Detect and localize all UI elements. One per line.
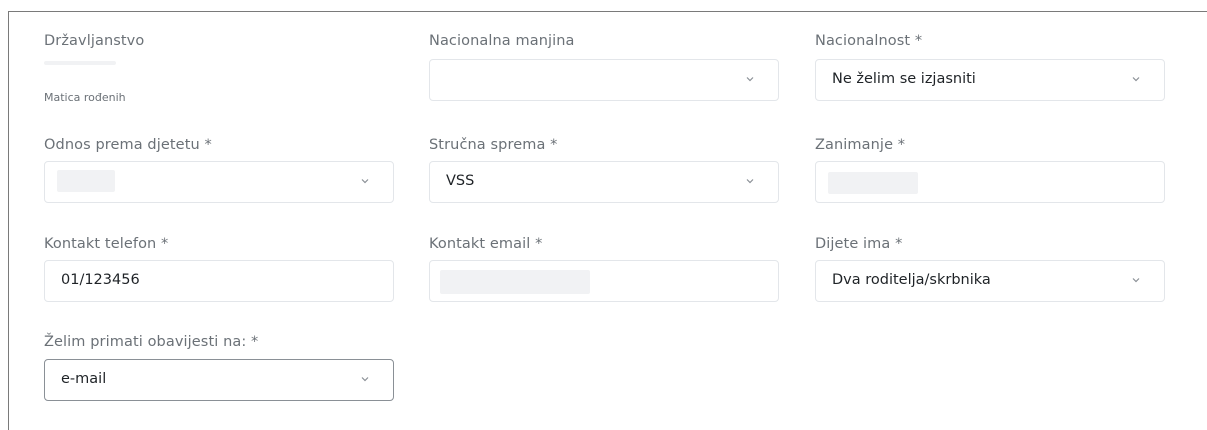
dijete-ima-select[interactable]: Dva roditelja/skrbnika <box>815 260 1165 302</box>
kontakt-email-input[interactable] <box>429 260 779 302</box>
zanimanje-input[interactable] <box>815 161 1165 203</box>
zanimanje-label: Zanimanje * <box>815 137 906 153</box>
chevron-down-icon <box>1132 278 1140 283</box>
kontakt-telefon-input[interactable]: 01/123456 <box>44 260 394 302</box>
obavijesti-select[interactable]: e-mail <box>44 359 394 401</box>
nacionalna-manjina-label: Nacionalna manjina <box>429 33 575 49</box>
redacted-value <box>44 61 116 65</box>
kontakt-email-label: Kontakt email * <box>429 236 543 252</box>
strucna-sprema-label: Stručna sprema * <box>429 137 558 153</box>
drzavljanstvo-label: Državljanstvo <box>44 33 145 49</box>
redacted-value <box>828 172 918 194</box>
kontakt-telefon-label: Kontakt telefon * <box>44 236 169 252</box>
strucna-sprema-select[interactable]: VSS <box>429 161 779 203</box>
chevron-down-icon <box>746 179 754 184</box>
redacted-value <box>440 270 590 294</box>
obavijesti-label: Želim primati obavijesti na: * <box>44 334 259 350</box>
nacionalna-manjina-select[interactable] <box>429 59 779 101</box>
chevron-down-icon <box>361 179 369 184</box>
nacionalnost-select[interactable]: Ne želim se izjasniti <box>815 59 1165 101</box>
strucna-sprema-value: VSS <box>446 173 475 189</box>
kontakt-telefon-value: 01/123456 <box>61 272 140 288</box>
odnos-prema-djetetu-select[interactable] <box>44 161 394 203</box>
matica-rodenih-label: Matica rođenih <box>44 91 126 104</box>
obavijesti-value: e-mail <box>61 371 107 387</box>
chevron-down-icon <box>361 377 369 382</box>
chevron-down-icon <box>1132 77 1140 82</box>
odnos-prema-djetetu-label: Odnos prema djetetu * <box>44 137 212 153</box>
redacted-value <box>57 170 115 192</box>
dijete-ima-label: Dijete ima * <box>815 236 903 252</box>
chevron-down-icon <box>746 77 754 82</box>
nacionalnost-label: Nacionalnost * <box>815 33 923 49</box>
nacionalnost-value: Ne želim se izjasniti <box>832 71 976 87</box>
dijete-ima-value: Dva roditelja/skrbnika <box>832 272 991 288</box>
